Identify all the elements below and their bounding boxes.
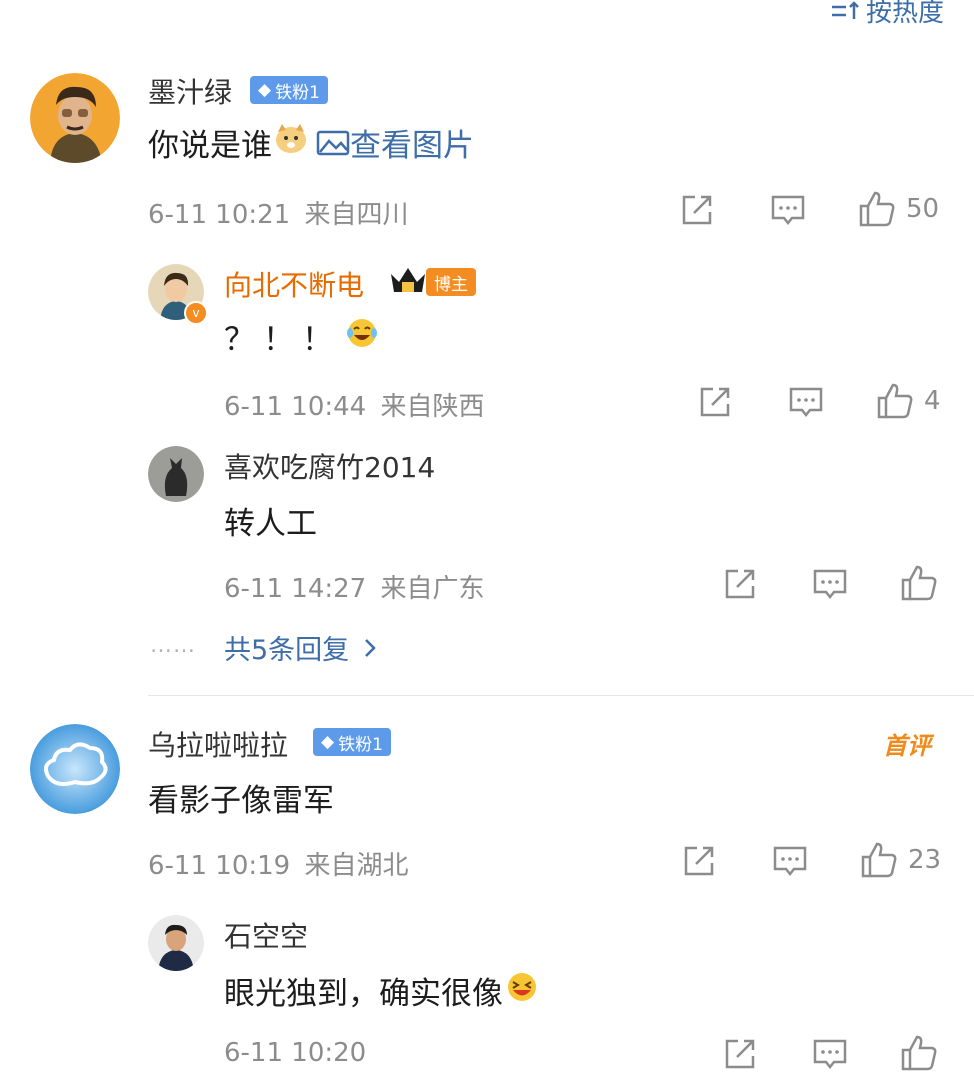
- like-button[interactable]: [900, 1034, 938, 1072]
- sort-by-hot-button[interactable]: 按热度: [830, 0, 944, 29]
- reply-username[interactable]: 喜欢吃腐竹2014: [224, 446, 435, 486]
- reply-text: 眼光独到，确实很像: [224, 968, 539, 1013]
- like-button[interactable]: [900, 564, 938, 602]
- first-comment-tag: 首评: [883, 732, 931, 760]
- doge-emoji-icon: [274, 123, 308, 162]
- like-count: 23: [908, 845, 942, 875]
- reply-username[interactable]: 向北不断电: [224, 264, 364, 304]
- diamond-icon: ◆: [321, 732, 335, 752]
- share-icon: [700, 387, 730, 417]
- fan-badge: ◆ 铁粉1: [313, 728, 391, 756]
- like-count: 4: [924, 386, 941, 416]
- share-icon: [725, 1039, 755, 1069]
- sort-label: 按热度: [865, 0, 944, 28]
- reply-button[interactable]: [770, 841, 810, 881]
- share-button[interactable]: [695, 382, 735, 422]
- reply-username[interactable]: 石空空: [224, 915, 308, 955]
- chevron-right-icon: [365, 638, 376, 657]
- verified-badge-icon: v: [184, 301, 208, 325]
- reply-text: ？！！: [224, 314, 379, 359]
- comment-username[interactable]: 墨汁绿: [148, 71, 232, 111]
- comment-icon: [773, 846, 807, 877]
- share-button[interactable]: [720, 564, 760, 604]
- blogger-badge: 博主: [426, 268, 476, 296]
- diamond-icon: ◆: [258, 80, 272, 100]
- comment-meta: 6-11 10:21 来自四川: [148, 200, 409, 230]
- share-button[interactable]: [679, 841, 719, 881]
- crown-icon: [388, 264, 428, 300]
- thumbs-up-icon: [901, 565, 937, 601]
- grin-squint-emoji-icon: [505, 971, 539, 1011]
- reply-button[interactable]: [810, 1034, 850, 1074]
- avatar[interactable]: [148, 915, 204, 971]
- share-icon: [725, 569, 755, 599]
- reply-button[interactable]: [768, 190, 808, 230]
- avatar[interactable]: [148, 446, 204, 502]
- comment-divider: [148, 695, 974, 696]
- more-replies-link[interactable]: 共5条回复: [224, 628, 377, 667]
- view-image-link[interactable]: 查看图片: [316, 120, 474, 165]
- comment-text: 看影子像雷军: [148, 783, 334, 819]
- sort-icon: [831, 0, 859, 19]
- reply-button[interactable]: [786, 382, 826, 422]
- fan-badge: ◆ 铁粉1: [250, 76, 328, 104]
- like-count: 50: [906, 194, 940, 224]
- share-button[interactable]: [720, 1034, 760, 1074]
- reply-meta: 6-11 10:44 来自陕西: [224, 392, 485, 422]
- image-icon: [316, 130, 350, 155]
- reply-button[interactable]: [810, 564, 850, 604]
- comment-icon: [813, 1039, 847, 1070]
- like-button[interactable]: 4: [876, 382, 941, 420]
- comment-icon: [813, 569, 847, 600]
- like-button[interactable]: 50: [858, 190, 939, 228]
- thumbs-up-icon: [877, 383, 913, 419]
- share-button[interactable]: [677, 190, 717, 230]
- thumbs-up-icon: [861, 842, 897, 878]
- comment-icon: [771, 195, 805, 226]
- comment-icon: [789, 387, 823, 418]
- reply-text: 转人工: [224, 506, 317, 542]
- like-button[interactable]: 23: [860, 841, 941, 879]
- reply-meta: 6-11 10:20: [224, 1038, 367, 1068]
- share-icon: [682, 195, 712, 225]
- reply-meta: 6-11 14:27 来自广东: [224, 574, 485, 604]
- more-replies-dots: ……: [150, 633, 196, 658]
- thumbs-up-icon: [859, 191, 895, 227]
- share-icon: [684, 846, 714, 876]
- comment-meta: 6-11 10:19 来自湖北: [148, 851, 409, 881]
- avatar[interactable]: [30, 73, 120, 163]
- avatar[interactable]: [30, 724, 120, 814]
- laugh-cry-emoji-icon: [345, 317, 379, 357]
- thumbs-up-icon: [901, 1035, 937, 1071]
- comment-username[interactable]: 乌拉啦啦拉: [148, 724, 288, 764]
- comment-text: 你说是谁 查看图片: [148, 120, 474, 165]
